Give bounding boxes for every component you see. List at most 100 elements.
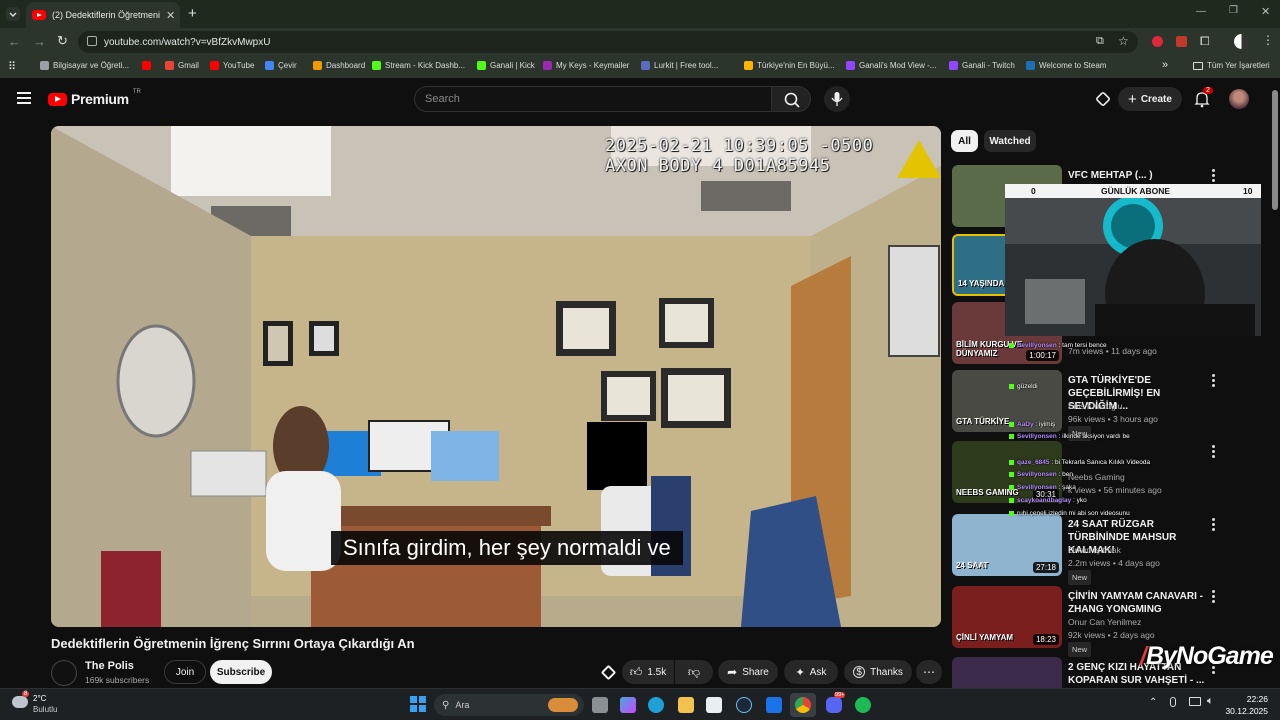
bookmark-item[interactable]: YouTube: [210, 61, 254, 70]
task-view-icon[interactable]: [592, 697, 608, 713]
spotify-icon[interactable]: [855, 697, 871, 713]
account-avatar[interactable]: [1229, 89, 1249, 109]
subscribe-button[interactable]: Subscribe: [210, 660, 272, 684]
bookmark-item[interactable]: [142, 61, 155, 70]
bookmark-item[interactable]: Ganali's Mod View -...: [846, 61, 936, 70]
chat-message: AaDy : iyimiş: [1009, 421, 1055, 428]
chrome-active-icon[interactable]: [790, 693, 816, 717]
back-icon[interactable]: ←: [8, 34, 21, 49]
window-close-icon[interactable]: ✕: [1261, 5, 1270, 18]
share-button[interactable]: ➦ Share: [718, 660, 778, 684]
bookmark-label: Ganali | Kick: [490, 61, 535, 70]
chip-watched-label: Watched: [989, 135, 1031, 147]
more-vertical-icon[interactable]: [1212, 445, 1216, 460]
window-restore-icon[interactable]: ❐: [1229, 5, 1238, 16]
clock-time[interactable]: 22:26: [1236, 694, 1268, 704]
channel-name[interactable]: The Polis: [85, 660, 134, 672]
bookmark-item[interactable]: Ganali | Kick: [477, 61, 535, 70]
reload-icon[interactable]: ↻: [57, 33, 68, 49]
browser-tab-active[interactable]: (2) Dedektiflerin Öğretmenin İğ ✕: [26, 2, 180, 28]
search-button[interactable]: [771, 86, 811, 112]
bookmark-item[interactable]: Lurkit | Free tool...: [641, 61, 718, 70]
bookmark-item[interactable]: Gmail: [165, 61, 199, 70]
video-duration: 27:18: [1032, 562, 1059, 573]
notifications-button[interactable]: 2: [1193, 87, 1213, 108]
extensions-puzzle-icon[interactable]: ⧠: [1200, 34, 1210, 49]
network-icon[interactable]: [1189, 697, 1201, 706]
premium-gem-action-icon[interactable]: [600, 664, 617, 681]
file-explorer-icon[interactable]: [678, 697, 694, 713]
mail-icon[interactable]: [766, 697, 782, 713]
search-input[interactable]: Search: [414, 86, 772, 112]
bookmark-item[interactable]: My Keys - Keymailer: [543, 61, 629, 70]
more-vertical-icon[interactable]: [1212, 590, 1216, 605]
profile-avatar[interactable]: [1234, 34, 1249, 49]
install-app-icon[interactable]: ⧉: [1096, 35, 1104, 48]
store-icon[interactable]: [706, 697, 722, 713]
discord-icon[interactable]: 99+: [826, 692, 846, 713]
premium-gem-icon[interactable]: [1095, 91, 1111, 107]
chip-all[interactable]: All: [951, 130, 978, 152]
new-tab-button[interactable]: +: [188, 5, 197, 22]
bookmark-item[interactable]: Çevir: [265, 61, 297, 70]
bookmark-item[interactable]: Stream - Kick Dashb...: [372, 61, 465, 70]
recommendation-channel[interactable]: Onur Can Yenilmez: [1068, 616, 1141, 629]
recommendation-channel[interactable]: Orkun Işıtmak: [1068, 544, 1121, 557]
recommendation-channel[interactable]: Enis Kirazoglu: [1068, 400, 1122, 413]
youtube-favicon-icon: [32, 10, 46, 20]
dislike-button[interactable]: 👎︎: [675, 660, 713, 684]
start-button[interactable]: [410, 696, 426, 712]
thanks-button[interactable]: $ Thanks: [844, 660, 912, 684]
bookmark-item[interactable]: Welcome to Steam: [1026, 61, 1106, 70]
chip-watched[interactable]: Watched: [984, 130, 1036, 152]
like-button[interactable]: 👍︎ 1.5k: [622, 660, 674, 684]
forward-icon[interactable]: →: [33, 34, 46, 49]
voice-search-button[interactable]: [824, 86, 850, 112]
create-button[interactable]: + Create: [1118, 87, 1182, 111]
logo-text: Premium: [71, 91, 129, 107]
address-bar[interactable]: youtube.com/watch?v=vBfZkvMwpxU ⧉ ☆: [78, 31, 1138, 53]
join-button[interactable]: Join: [164, 660, 206, 684]
edge-icon[interactable]: [648, 697, 664, 713]
extension-shield-icon[interactable]: [1176, 36, 1187, 47]
bookmark-item[interactable]: Dashboard: [313, 61, 365, 70]
more-vertical-icon[interactable]: [1212, 169, 1216, 184]
microphone-tray-icon[interactable]: [1170, 697, 1176, 707]
tab-close-icon[interactable]: ✕: [166, 9, 175, 22]
window-minimize-icon[interactable]: —: [1196, 6, 1206, 17]
recommendation-title[interactable]: VFC MEHTAP (... ): [1068, 169, 1208, 182]
more-vertical-icon[interactable]: [1212, 374, 1216, 389]
bookmarks-overflow-icon[interactable]: »: [1162, 59, 1168, 71]
ask-button[interactable]: ✦ Ask: [784, 660, 838, 684]
volume-icon[interactable]: 🔈︎: [1207, 695, 1214, 708]
tray-overflow-icon[interactable]: ⌃: [1149, 697, 1157, 708]
chat-text: şaka: [1062, 484, 1076, 491]
channel-avatar[interactable]: [51, 660, 77, 686]
clock-date[interactable]: 30.12.2025: [1222, 706, 1268, 716]
more-actions-button[interactable]: ⋯: [916, 660, 942, 684]
bookmark-item[interactable]: Ganali - Twitch: [949, 61, 1015, 70]
apps-grid-icon[interactable]: ⠿: [8, 60, 16, 73]
recommendation-thumbnail[interactable]: 24 SAAT 27:18: [952, 514, 1062, 576]
guide-menu-icon[interactable]: [17, 92, 31, 104]
tab-list-menu-icon[interactable]: [6, 7, 20, 21]
recommendation-title[interactable]: ÇİN'İN YAMYAM CANAVARI - ZHANG YONGMING: [1068, 590, 1208, 616]
recommendation-channel[interactable]: Neebs Gaming: [1068, 471, 1125, 484]
bookmark-item[interactable]: Türkiye'nin En Büyü...: [744, 61, 835, 70]
browser-menu-icon[interactable]: ⋮: [1262, 33, 1274, 47]
steam-icon[interactable]: [736, 697, 752, 713]
more-vertical-icon[interactable]: [1212, 518, 1216, 533]
chat-username: Sevillyonsen: [1017, 342, 1057, 349]
page-scrollbar[interactable]: [1272, 90, 1278, 210]
taskbar-search-input[interactable]: ⚲ Ara: [434, 694, 584, 716]
video-player[interactable]: 2025-02-21 10:39:05 -0500 AXON BODY 4 D0…: [51, 126, 941, 627]
extension-red-icon[interactable]: [1152, 36, 1163, 47]
all-bookmarks-folder[interactable]: Tüm Yer İşaretleri: [1193, 61, 1270, 70]
bookmark-star-icon[interactable]: ☆: [1118, 34, 1129, 48]
youtube-premium-logo[interactable]: Premium TR: [48, 89, 141, 107]
bookmark-item[interactable]: Bilgisayar ve Öğreti...: [40, 61, 129, 70]
recommendation-thumbnail[interactable]: ÇİNLİ YAMYAM 18:23: [952, 586, 1062, 648]
copilot-icon[interactable]: [620, 697, 636, 713]
site-info-icon[interactable]: [87, 36, 97, 46]
bodycam-warning-icon: [897, 140, 941, 178]
